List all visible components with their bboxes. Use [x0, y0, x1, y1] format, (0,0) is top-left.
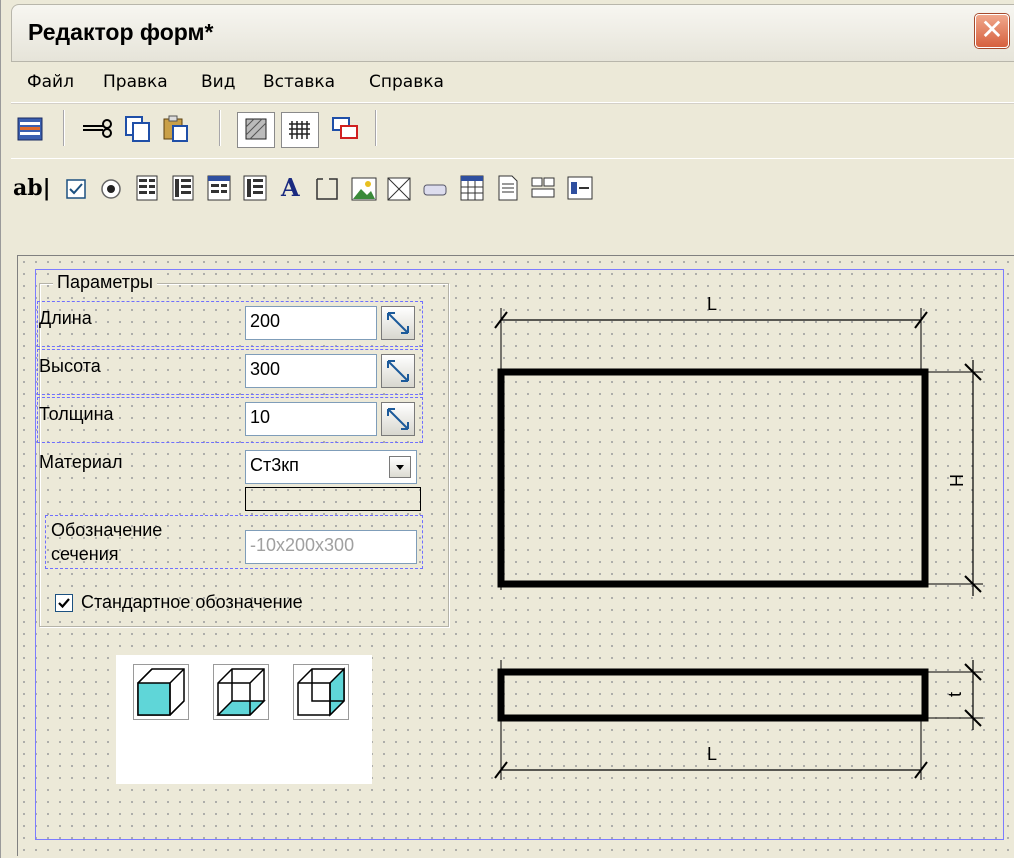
fill-pattern-icon[interactable] — [237, 112, 275, 148]
plate-drawing — [494, 308, 983, 780]
side-dim-label: H — [947, 474, 967, 487]
picture-tool-icon[interactable] — [349, 175, 379, 205]
length-input[interactable]: 200 — [245, 306, 377, 340]
top-dim-label: L — [707, 294, 718, 314]
cut-icon[interactable] — [81, 114, 112, 144]
menu-view[interactable]: Вид — [201, 72, 235, 92]
material-select-value: Ст3кп — [250, 455, 299, 475]
overlap-icon[interactable] — [329, 114, 359, 144]
chevron-down-icon — [396, 465, 404, 470]
cube-front-icon — [137, 668, 185, 716]
list2-tool-icon[interactable] — [169, 173, 199, 203]
group-tool-icon[interactable] — [313, 173, 343, 203]
close-icon: ✕ — [980, 13, 1004, 46]
page-tool-icon[interactable] — [493, 173, 523, 203]
menu-help[interactable]: Справка — [369, 72, 444, 92]
params-group-label: Параметры — [53, 272, 157, 293]
menu-edit[interactable]: Правка — [103, 72, 168, 92]
thickness-dim-label: t — [945, 691, 966, 698]
thickness-dimension-button[interactable] — [381, 402, 415, 436]
plate-front-view — [497, 368, 929, 588]
material-label: Материал — [39, 452, 123, 472]
cube-side-icon — [297, 667, 345, 717]
paste-icon[interactable] — [161, 114, 191, 144]
menu-insert[interactable]: Вставка — [263, 72, 335, 92]
designation-label-line2: сечения — [51, 544, 119, 564]
frame-tool-icon[interactable] — [385, 175, 415, 205]
close-button[interactable]: ✕ — [975, 13, 1009, 48]
height-input[interactable]: 300 — [245, 354, 377, 388]
designation-label-line1: Обозначение — [51, 520, 163, 540]
grid-icon[interactable] — [281, 112, 319, 148]
thickness-input[interactable]: 10 — [245, 402, 377, 436]
plate-section-view — [497, 668, 929, 722]
view-side-button[interactable] — [293, 664, 349, 720]
checkbox-tool-icon[interactable] — [63, 175, 93, 205]
height-dimension-button[interactable] — [381, 354, 415, 388]
title-bar: Редактор форм* — [11, 4, 1014, 62]
checkmark-icon — [58, 598, 70, 609]
form-properties-icon[interactable] — [15, 114, 45, 144]
bottom-dim-label: L — [707, 744, 718, 764]
menu-bar: Файл Правка Вид Вставка Справка — [11, 62, 1014, 103]
thickness-label: Толщина — [39, 404, 114, 424]
cube-bottom-icon — [216, 668, 266, 716]
standard-designation-label: Стандартное обозначение — [81, 592, 303, 612]
button-tool-icon[interactable] — [421, 177, 451, 207]
label-tool-icon[interactable]: A — [281, 173, 300, 202]
list-tool-icon[interactable] — [133, 173, 163, 203]
table-tool-icon[interactable] — [205, 173, 235, 203]
standard-designation-checkbox[interactable] — [55, 594, 73, 612]
length-dimension-button[interactable] — [381, 306, 415, 340]
component-tool-icon[interactable] — [529, 173, 559, 203]
radio-tool-icon[interactable] — [97, 175, 127, 205]
view-front-button[interactable] — [133, 664, 189, 720]
dimension-arrow-icon — [387, 360, 409, 382]
material-dropdown-button[interactable] — [389, 456, 411, 478]
grid-tool-icon[interactable] — [457, 173, 487, 203]
window-title: Редактор форм* — [28, 19, 214, 45]
dimension-arrow-icon — [387, 312, 409, 334]
dimension-arrow-icon — [387, 408, 409, 430]
main-toolbar — [11, 103, 1014, 156]
view-bottom-button[interactable] — [213, 664, 269, 720]
designation-input[interactable]: -10x200x300 — [245, 530, 417, 564]
empty-control[interactable] — [245, 487, 421, 511]
length-label: Длина — [39, 308, 92, 328]
slider-tool-icon[interactable] — [565, 173, 595, 203]
controls-toolbar: ab| A — [11, 158, 1014, 253]
form-editor-window: Редактор форм* ✕ Файл Правка Вид Вставка… — [0, 0, 1014, 858]
height-label: Высота — [39, 356, 101, 376]
copy-icon[interactable] — [123, 114, 153, 144]
table2-tool-icon[interactable] — [241, 173, 271, 203]
menu-file[interactable]: Файл — [27, 72, 74, 92]
textbox-tool-icon[interactable]: ab| — [13, 175, 51, 201]
